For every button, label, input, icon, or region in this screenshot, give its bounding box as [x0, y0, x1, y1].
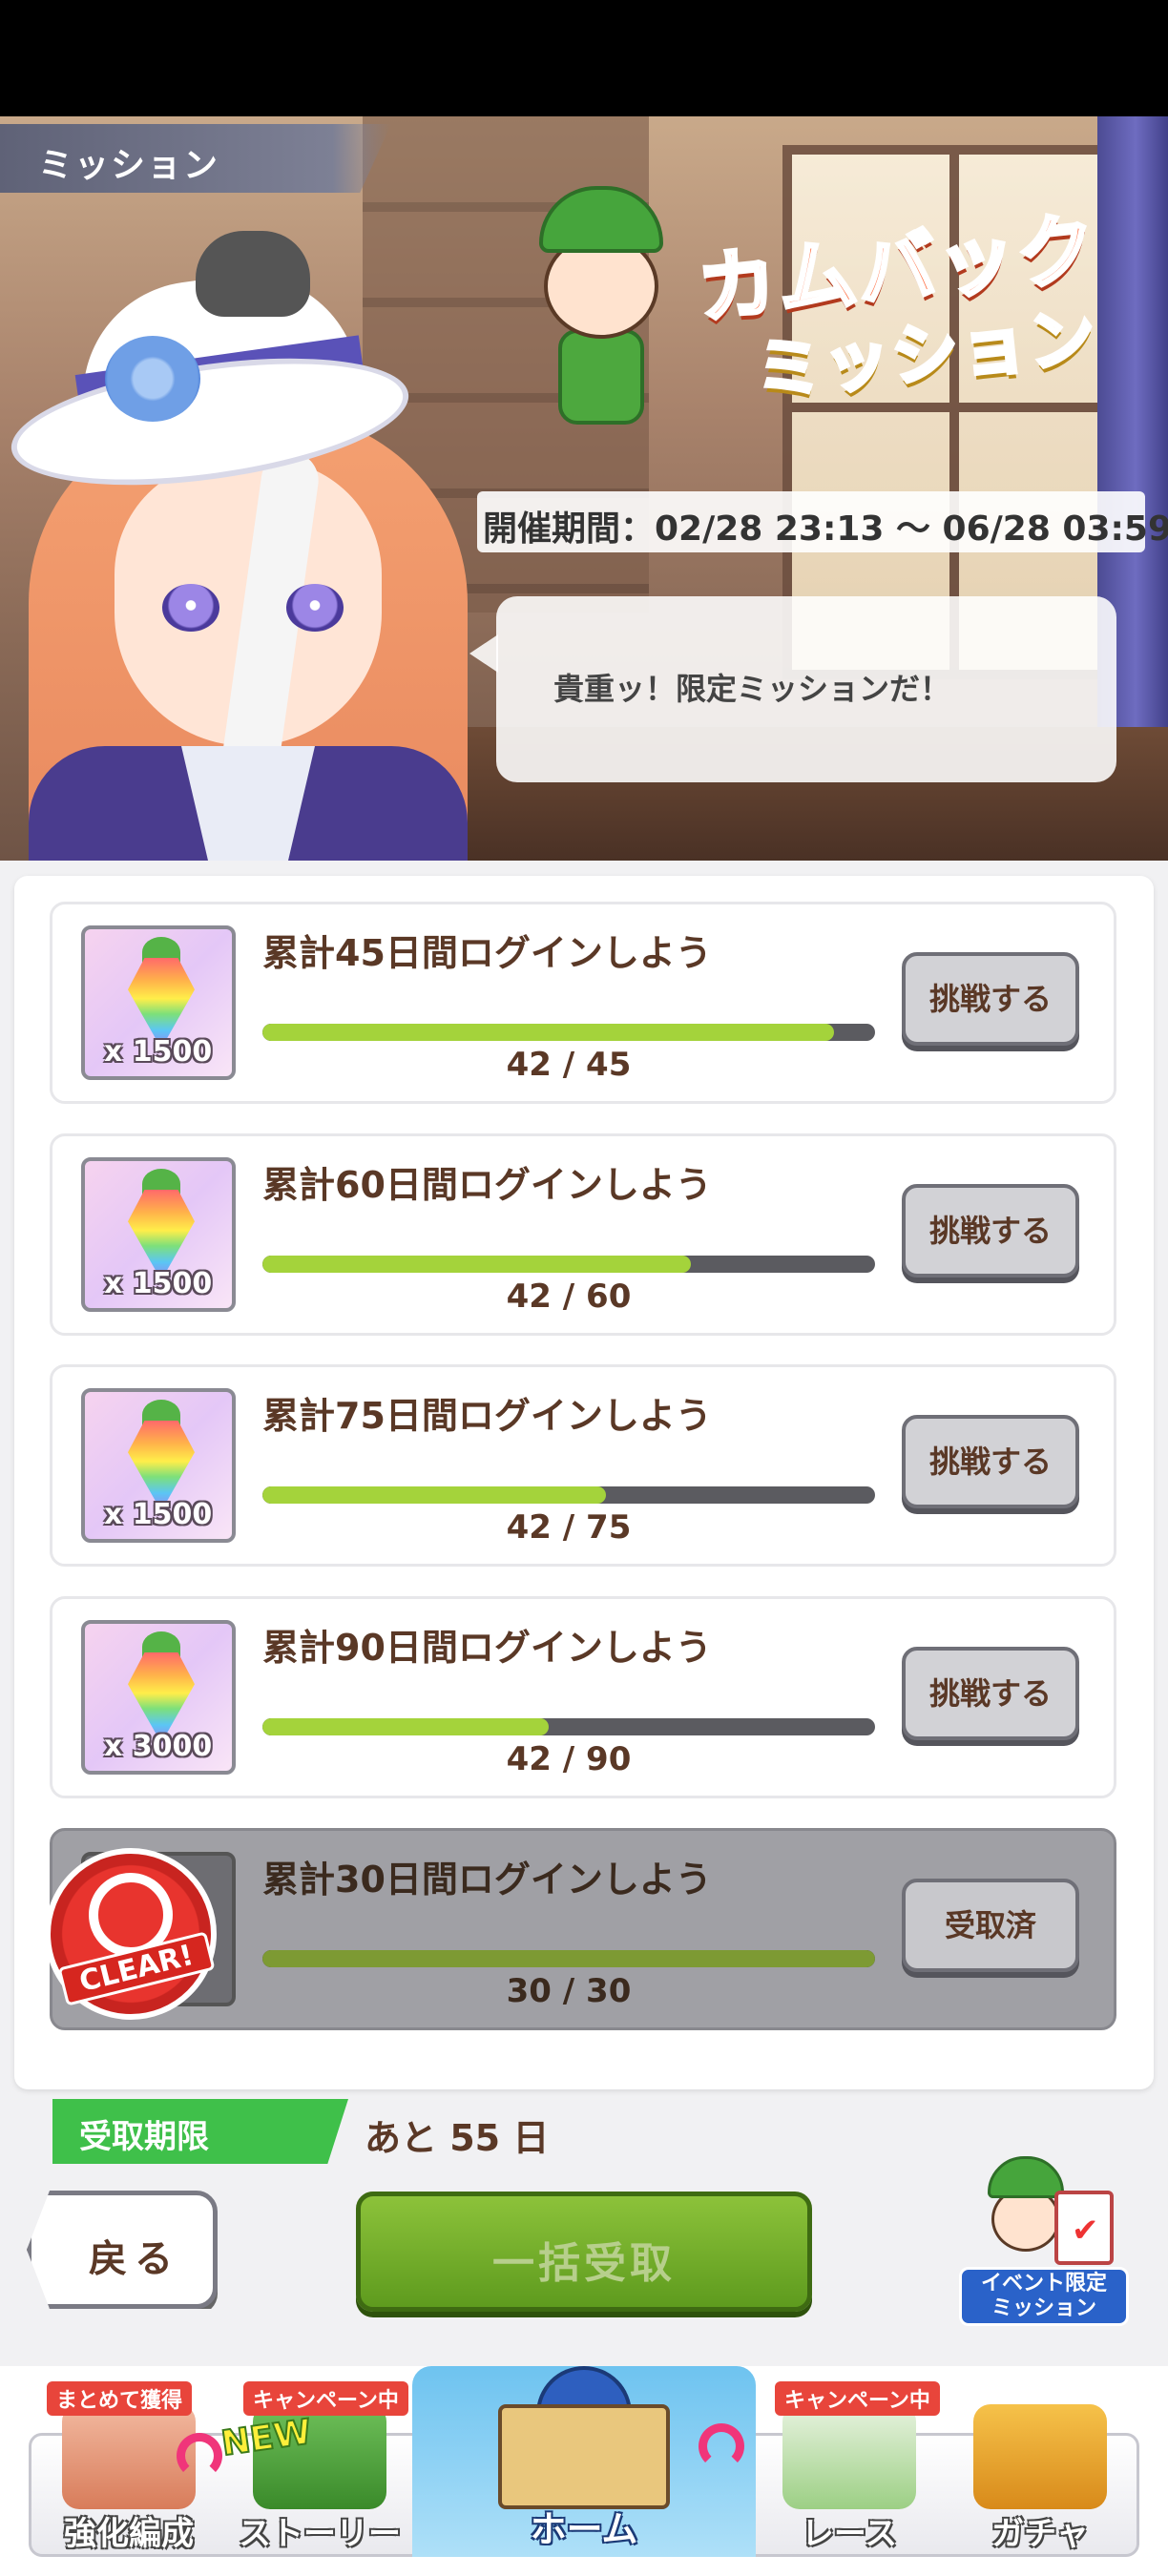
race-gate-icon: [782, 2404, 916, 2509]
mission-title: 累計45日間ログインしよう: [262, 932, 712, 974]
event-mission-button[interactable]: イベント限定 ミッション: [959, 2156, 1129, 2328]
mission-card: x 1500 累計75日間ログインしよう 42 / 75 挑戦する: [50, 1364, 1116, 1567]
nav-label: ストーリー: [239, 2515, 401, 2553]
challenge-button[interactable]: 挑戦する: [902, 1647, 1079, 1740]
progress-count: 42 / 90: [506, 1740, 632, 1778]
horseshoe-icon: [699, 2423, 744, 2469]
enhance-thumb-icon: [62, 2404, 196, 2509]
progress-fill: [262, 1950, 875, 1967]
reward-quantity: x 1500: [104, 1035, 213, 1069]
status-bar: [0, 0, 1168, 116]
nav-item-race[interactable]: キャンペーン中 レース: [754, 2381, 945, 2557]
back-button[interactable]: 戻る: [27, 2191, 218, 2309]
clear-stamp-icon: CLEAR!: [45, 1848, 217, 2020]
progress-bar: [262, 1486, 875, 1504]
home-building-icon: [498, 2404, 670, 2509]
progress-fill: [262, 1486, 606, 1504]
challenge-button[interactable]: 挑戦する: [902, 1184, 1079, 1278]
screen-title: ミッション: [38, 146, 220, 185]
progress-fill: [262, 1718, 549, 1735]
nav-badge: まとめて獲得: [47, 2381, 193, 2416]
progress-bar: [262, 1718, 875, 1735]
nav-label: ホーム: [530, 2508, 638, 2550]
comeback-banner: カムバック ミッション 開催期間：02/28 23:13 ～ 06/28 03:…: [0, 116, 1168, 861]
claim-all-label: 一括受取: [492, 2239, 676, 2288]
nav-item-enhance[interactable]: まとめて獲得 強化編成: [33, 2381, 224, 2557]
event-period: 開催期間：02/28 23:13 ～ 06/28 03:59: [477, 491, 1168, 552]
progress-count: 42 / 60: [506, 1278, 632, 1316]
mission-card: x 1500 累計60日間ログインしよう 42 / 60 挑戦する: [50, 1133, 1116, 1336]
challenge-button[interactable]: 挑戦する: [902, 952, 1079, 1046]
mission-title: 累計75日間ログインしよう: [262, 1395, 712, 1437]
mission-card-cleared: CLEAR! 累計30日間ログインしよう 30 / 30 受取済: [45, 1828, 1116, 2030]
chibi-character: [520, 186, 682, 434]
speech-text: 貴重ッ！限定ミッションだ！: [553, 671, 951, 707]
reward-quantity: x 1500: [104, 1267, 213, 1300]
deadline-tag: 受取期限: [52, 2099, 348, 2164]
event-mission-label: イベント限定 ミッション: [959, 2267, 1129, 2326]
nav-badge: キャンペーン中: [775, 2381, 940, 2416]
mission-title: 累計30日間ログインしよう: [262, 1859, 712, 1901]
progress-bar: [262, 1950, 875, 1967]
nav-badge: キャンペーン中: [243, 2381, 408, 2416]
deadline-label: 受取期限: [79, 2118, 209, 2156]
character-portrait: [0, 174, 496, 861]
mission-card: x 3000 累計90日間ログインしよう 42 / 90 挑戦する: [50, 1596, 1116, 1798]
claim-all-button[interactable]: 一括受取: [356, 2192, 812, 2312]
comeback-mission-logo: カムバック ミッション: [687, 201, 1126, 412]
deadline-value: あと 55 日: [365, 2117, 550, 2159]
gacha-door-icon: [973, 2404, 1107, 2509]
mission-title: 累計90日間ログインしよう: [262, 1627, 712, 1669]
event-mission-line2: ミッション: [991, 2296, 1096, 2320]
app-root: カムバック ミッション 開催期間：02/28 23:13 ～ 06/28 03:…: [0, 0, 1168, 2576]
reward-item-icon: x 1500: [81, 1157, 236, 1312]
speech-bubble: 貴重ッ！限定ミッションだ！: [469, 596, 1116, 782]
nav-item-home[interactable]: ホーム: [412, 2366, 756, 2557]
reward-item-icon: x 1500: [81, 1388, 236, 1543]
received-button[interactable]: 受取済: [902, 1879, 1079, 1972]
nav-label: 強化編成: [64, 2515, 194, 2553]
reward-item-icon: x 1500: [81, 925, 236, 1080]
back-button-label: 戻る: [89, 2237, 180, 2281]
progress-count: 42 / 45: [506, 1046, 632, 1084]
screen-title-tag: ミッション: [0, 124, 391, 193]
reward-item-icon: x 3000: [81, 1620, 236, 1775]
progress-fill: [262, 1256, 692, 1273]
cat-on-hat: [196, 231, 310, 317]
nav-item-gacha[interactable]: ガチャ: [945, 2404, 1136, 2557]
progress-fill: [262, 1024, 834, 1041]
challenge-button[interactable]: 挑戦する: [902, 1415, 1079, 1508]
event-period-text: 開催期間：02/28 23:13 ～ 06/28 03:59: [483, 509, 1168, 549]
progress-count: 42 / 75: [506, 1508, 632, 1547]
reward-quantity: x 3000: [104, 1730, 213, 1763]
mission-card: x 1500 累計45日間ログインしよう 42 / 45 挑戦する: [50, 902, 1116, 1104]
reward-quantity: x 1500: [104, 1498, 213, 1531]
nav-label: ガチャ: [991, 2515, 1089, 2553]
mission-title: 累計60日間ログインしよう: [262, 1164, 712, 1206]
clipboard-icon: [1054, 2191, 1114, 2265]
event-mission-line1: イベント限定: [980, 2272, 1107, 2296]
horseshoe-icon: [177, 2433, 222, 2479]
progress-bar: [262, 1024, 875, 1041]
nav-label: レース: [801, 2515, 898, 2553]
progress-bar: [262, 1256, 875, 1273]
progress-count: 30 / 30: [506, 1972, 632, 2010]
